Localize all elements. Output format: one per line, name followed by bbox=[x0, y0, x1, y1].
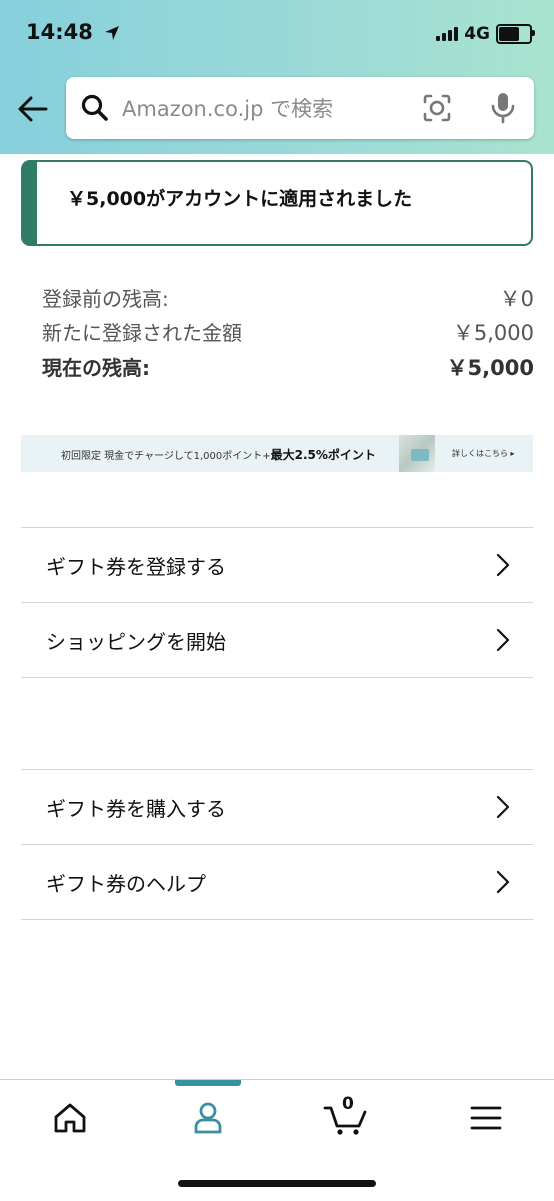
network-type: 4G bbox=[464, 24, 490, 44]
divider bbox=[21, 677, 533, 678]
chevron-right-icon bbox=[496, 795, 510, 819]
status-indicators: 4G bbox=[436, 22, 535, 46]
account-icon[interactable] bbox=[188, 1098, 228, 1138]
balance-before-label: 登録前の残高: bbox=[42, 287, 169, 311]
signal-icon bbox=[436, 27, 459, 41]
start-shopping-item[interactable]: ショッピングを開始 bbox=[21, 602, 533, 677]
banner-text-emphasis: 最大2.5%ポイント bbox=[270, 448, 376, 462]
chevron-right-icon bbox=[496, 628, 510, 652]
added-amount-row: 新たに登録された金額 ￥5,000 bbox=[42, 317, 534, 349]
banner-text-prefix: 初回限定 現金でチャージして1,000ポイント+ bbox=[61, 451, 271, 462]
added-amount-label: 新たに登録された金額 bbox=[42, 321, 242, 345]
menu-item-label: ギフト券を購入する bbox=[46, 797, 226, 821]
search-input[interactable] bbox=[120, 89, 414, 129]
alert-message: ￥5,000がアカウントに適用されました bbox=[67, 188, 413, 210]
menu-icon[interactable] bbox=[466, 1098, 506, 1138]
cart-tab[interactable]: 0 bbox=[322, 1094, 372, 1138]
home-indicator bbox=[178, 1180, 376, 1187]
menu-item-label: ショッピングを開始 bbox=[46, 630, 226, 654]
chevron-right-icon bbox=[496, 870, 510, 894]
register-gift-card-item[interactable]: ギフト券を登録する bbox=[21, 527, 533, 602]
current-balance-row: 現在の残高: ￥5,000 bbox=[42, 352, 534, 384]
back-arrow-icon[interactable] bbox=[16, 92, 50, 126]
menu-item-label: ギフト券のヘルプ bbox=[46, 872, 206, 896]
banner-text: 初回限定 現金でチャージして1,000ポイント+最大2.5%ポイント bbox=[61, 446, 376, 463]
divider bbox=[21, 919, 533, 920]
success-alert: ￥5,000がアカウントに適用されました bbox=[21, 160, 533, 246]
buy-gift-card-item[interactable]: ギフト券を購入する bbox=[21, 769, 533, 844]
active-tab-indicator bbox=[175, 1080, 241, 1086]
cart-count: 0 bbox=[342, 1094, 354, 1114]
status-time-text: 14:48 bbox=[26, 20, 93, 44]
added-amount-value: ￥5,000 bbox=[452, 321, 534, 345]
gift-card-help-item[interactable]: ギフト券のヘルプ bbox=[21, 844, 533, 919]
search-bar[interactable] bbox=[66, 77, 534, 139]
microphone-icon[interactable] bbox=[490, 91, 516, 125]
location-arrow-icon bbox=[105, 26, 120, 40]
promo-banner[interactable]: 初回限定 現金でチャージして1,000ポイント+最大2.5%ポイント 詳しくはこ… bbox=[21, 435, 533, 472]
camera-scan-icon[interactable] bbox=[422, 93, 452, 123]
app-header: 14:48 4G bbox=[0, 0, 554, 154]
status-time: 14:48 bbox=[26, 20, 120, 44]
chevron-right-icon bbox=[496, 553, 510, 577]
balance-before-value: ￥0 bbox=[499, 287, 534, 311]
balance-before-row: 登録前の残高: ￥0 bbox=[42, 283, 534, 315]
menu-item-label: ギフト券を登録する bbox=[46, 555, 226, 579]
current-balance-value: ￥5,000 bbox=[446, 356, 534, 380]
home-icon[interactable] bbox=[50, 1098, 90, 1138]
banner-image bbox=[399, 435, 435, 472]
current-balance-label: 現在の残高: bbox=[42, 356, 150, 380]
search-icon bbox=[81, 94, 108, 121]
banner-details-link[interactable]: 詳しくはこちら ▸ bbox=[452, 448, 515, 459]
battery-icon bbox=[496, 24, 535, 44]
